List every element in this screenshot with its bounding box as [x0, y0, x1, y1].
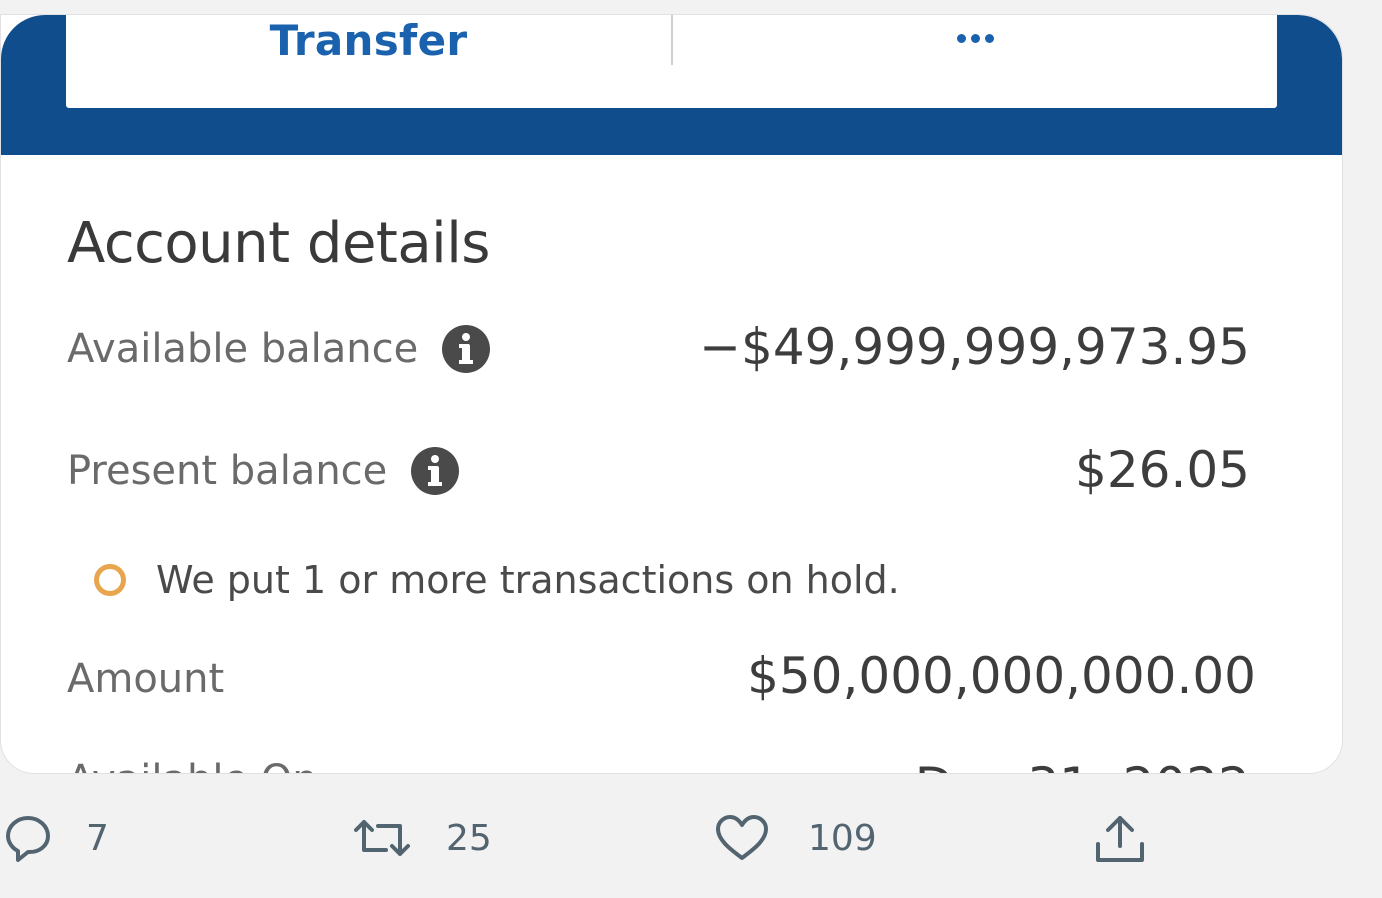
hold-notice: We put 1 or more transactions on hold.: [94, 558, 900, 602]
available-balance-label: Available balance: [67, 326, 419, 372]
hold-notice-text: We put 1 or more transactions on hold.: [156, 558, 900, 602]
reply-button[interactable]: 7: [4, 812, 109, 864]
amount-row: Amount: [67, 656, 224, 702]
reply-count: 7: [86, 817, 109, 859]
action-tabbar: Transfer: [66, 15, 1277, 108]
available-on-label: Available On: [67, 757, 318, 773]
tweet-actions-bar: 7 25 109: [0, 800, 1382, 884]
share-icon: [1096, 816, 1144, 862]
share-button[interactable]: [1094, 812, 1146, 868]
heart-icon: [716, 815, 768, 860]
available-on-value: Dec 31, 2022: [915, 757, 1250, 773]
account-card: Transfer Account details Available balan…: [0, 14, 1343, 774]
present-balance-row: Present balance: [67, 447, 460, 495]
amount-label: Amount: [67, 656, 225, 702]
available-balance-row: Available balance: [67, 325, 491, 373]
section-title: Account details: [67, 211, 490, 276]
retweet-icon: [354, 820, 410, 856]
info-icon[interactable]: [442, 325, 491, 373]
retweet-button[interactable]: 25: [352, 812, 492, 864]
like-count: 109: [808, 817, 877, 859]
retweet-count: 25: [446, 817, 492, 859]
transfer-tab[interactable]: Transfer: [66, 15, 671, 65]
more-options-button[interactable]: [673, 15, 1277, 65]
pending-status-icon: [94, 564, 126, 596]
present-balance-value: $26.05: [1075, 441, 1250, 499]
reply-icon: [6, 816, 50, 862]
present-balance-label: Present balance: [67, 448, 388, 494]
like-button[interactable]: 109: [714, 812, 877, 864]
info-icon[interactable]: [411, 447, 460, 495]
more-horizontal-icon: [956, 33, 994, 43]
available-balance-value: −$49,999,999,973.95: [699, 318, 1250, 376]
amount-value: $50,000,000,000.00: [747, 647, 1256, 705]
